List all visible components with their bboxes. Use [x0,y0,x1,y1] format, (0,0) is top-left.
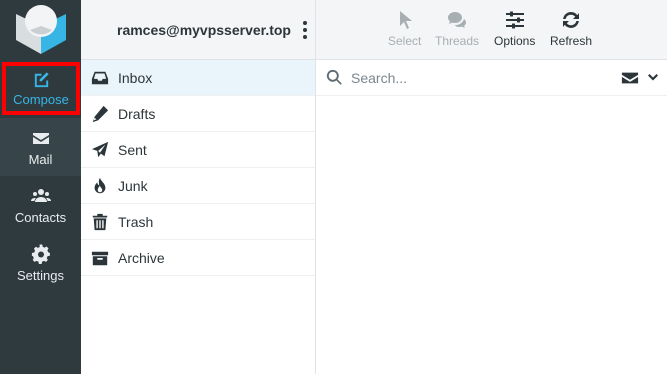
folder-item-drafts[interactable]: Drafts [81,96,315,132]
folder-item-sent[interactable]: Sent [81,132,315,168]
app-rail: Compose Mail Contacts Settings [0,0,81,374]
select-button[interactable]: Select [388,10,421,48]
pencil-icon [92,105,109,122]
search-bar [316,60,667,96]
account-name: ramces@myvpsserver.top [117,21,291,38]
folder-item-inbox[interactable]: Inbox [81,60,315,96]
sliders-icon [505,11,524,29]
threads-button[interactable]: Threads [435,10,479,48]
folder-label: Drafts [118,105,156,122]
select-label: Select [388,34,422,48]
folder-item-archive[interactable]: Archive [81,240,315,276]
rail-item-label: Settings [17,267,64,283]
refresh-button[interactable]: Refresh [550,10,592,48]
archive-icon [91,251,109,265]
list-toolbar: Select Threads Options Refresh [316,0,667,60]
chevron-down-icon[interactable] [647,72,659,84]
rail-item-mail[interactable]: Mail [0,118,81,176]
compose-label: Compose [13,92,69,107]
rail-item-label: Contacts [14,209,67,225]
compose-icon [34,72,49,88]
refresh-label: Refresh [550,34,593,48]
folder-label: Archive [118,249,165,266]
paper-plane-icon [91,141,109,157]
envelope-icon [32,132,49,144]
more-options-icon[interactable] [303,20,307,39]
inbox-icon [91,71,109,84]
app-logo[interactable] [0,0,81,60]
search-input[interactable] [351,69,613,86]
comments-icon [448,12,467,28]
pointer-icon [399,11,412,29]
logo-icon [15,5,66,54]
folder-label: Sent [118,141,147,158]
rail-item-contacts[interactable]: Contacts [0,176,81,234]
options-button[interactable]: Options [494,10,535,48]
folder-pane: ramces@myvpsserver.top Inbox Drafts Sent… [81,0,316,374]
folder-header: ramces@myvpsserver.top [81,0,315,60]
folder-item-junk[interactable]: Junk [81,168,315,204]
folder-item-trash[interactable]: Trash [81,204,315,240]
users-icon [30,188,51,202]
rail-item-settings[interactable]: Settings [0,234,81,292]
threads-label: Threads [435,34,480,48]
message-list-pane: Select Threads Options Refresh [316,0,667,374]
options-label: Options [494,34,536,48]
trash-icon [92,213,108,230]
compose-button[interactable]: Compose [2,62,80,115]
rail-item-label: Mail [28,151,53,167]
refresh-icon [563,12,580,28]
search-icon[interactable] [326,69,343,86]
fire-icon [94,177,106,193]
folder-label: Junk [118,177,148,194]
folder-label: Trash [118,213,154,230]
folder-label: Inbox [118,69,153,86]
envelope-icon[interactable] [621,69,639,87]
gear-icon [31,243,50,264]
